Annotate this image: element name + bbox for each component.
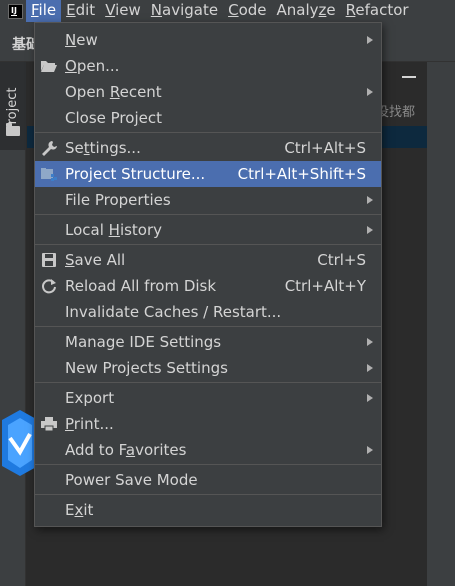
- wrench-icon: [40, 139, 58, 157]
- save-icon: [40, 251, 58, 269]
- folder-icon: [6, 123, 20, 136]
- menu-item-open-recent[interactable]: Open Recent: [35, 79, 381, 105]
- menu-item-exit[interactable]: Exit: [35, 497, 381, 523]
- menu-item-add-to-favorites[interactable]: Add to Favorites: [35, 437, 381, 463]
- menu-item-label: Open...: [65, 57, 120, 75]
- menu-item-label: New: [65, 31, 98, 49]
- menu-item-export[interactable]: Export: [35, 385, 381, 411]
- menu-item-local-history[interactable]: Local History: [35, 217, 381, 243]
- submenu-arrow-icon: [367, 36, 373, 44]
- menu-item-label: Local History: [65, 221, 163, 239]
- menu-code[interactable]: Code: [223, 0, 271, 22]
- project-tool-tab[interactable]: Project: [0, 62, 26, 150]
- menu-item-label: Power Save Mode: [65, 471, 198, 489]
- menu-view[interactable]: View: [100, 0, 146, 22]
- submenu-arrow-icon: [367, 196, 373, 204]
- menu-edit[interactable]: Edit: [61, 0, 100, 22]
- menu-item-shortcut: Ctrl+Alt+S: [284, 139, 366, 157]
- reload-icon: [40, 277, 58, 295]
- folder-open-icon: [40, 57, 58, 75]
- submenu-arrow-icon: [367, 446, 373, 454]
- menu-item-label: Project Structure...: [65, 165, 206, 183]
- app-hex-logo-icon: [0, 408, 36, 478]
- menu-analyze[interactable]: Analyze: [272, 0, 341, 22]
- menu-item-label: Settings...: [65, 139, 141, 157]
- menu-item-label: Open Recent: [65, 83, 162, 101]
- menu-item-new-projects-settings[interactable]: New Projects Settings: [35, 355, 381, 381]
- menu-item-reload-all-from-disk[interactable]: Reload All from Disk Ctrl+Alt+Y: [35, 273, 381, 299]
- submenu-arrow-icon: [367, 364, 373, 372]
- menu-item-label: File Properties: [65, 191, 171, 209]
- menu-item-shortcut: Ctrl+S: [317, 251, 366, 269]
- menu-item-project-structure[interactable]: Project Structure... Ctrl+Alt+Shift+S: [35, 161, 381, 187]
- menu-file[interactable]: File: [26, 0, 62, 22]
- file-menu-dropdown: New Open... Open Recent Close Project Settin…: [34, 22, 382, 527]
- submenu-arrow-icon: [367, 394, 373, 402]
- menu-refactor[interactable]: Refactor: [341, 0, 414, 22]
- menu-item-label: Add to Favorites: [65, 441, 187, 459]
- menu-item-label: Exit: [65, 501, 94, 519]
- menu-item-label: Manage IDE Settings: [65, 333, 222, 351]
- print-icon: [40, 415, 58, 433]
- menu-item-manage-ide-settings[interactable]: Manage IDE Settings: [35, 329, 381, 355]
- menu-item-settings[interactable]: Settings... Ctrl+Alt+S: [35, 135, 381, 161]
- menu-item-close-project[interactable]: Close Project: [35, 105, 381, 131]
- menu-item-new[interactable]: New: [35, 27, 381, 53]
- menu-item-label: Close Project: [65, 109, 162, 127]
- submenu-arrow-icon: [367, 88, 373, 96]
- menu-item-open[interactable]: Open...: [35, 53, 381, 79]
- menu-item-label: Invalidate Caches / Restart...: [65, 303, 282, 321]
- menu-item-label: Reload All from Disk: [65, 277, 217, 295]
- menu-item-label: Save All: [65, 251, 126, 269]
- menu-item-invalidate-caches-restart[interactable]: Invalidate Caches / Restart...: [35, 299, 381, 325]
- right-tool-strip: [427, 62, 455, 586]
- hide-panel-icon[interactable]: [402, 76, 416, 78]
- menu-item-label: New Projects Settings: [65, 359, 228, 377]
- submenu-arrow-icon: [367, 226, 373, 234]
- intellij-logo-icon: IJ: [8, 3, 23, 19]
- menu-item-shortcut: Ctrl+Alt+Shift+S: [237, 165, 366, 183]
- project-structure-icon: [40, 165, 58, 183]
- menu-item-power-save-mode[interactable]: Power Save Mode: [35, 467, 381, 493]
- menu-item-label: Export: [65, 389, 115, 407]
- menu-item-save-all[interactable]: Save All Ctrl+S: [35, 247, 381, 273]
- menu-item-label: Print...: [65, 415, 114, 433]
- submenu-arrow-icon: [367, 338, 373, 346]
- menu-item-print[interactable]: Print...: [35, 411, 381, 437]
- menu-bar: IJ File Edit View Navigate Code Analyze …: [0, 0, 455, 22]
- menu-navigate[interactable]: Navigate: [146, 0, 223, 22]
- menu-item-file-properties[interactable]: File Properties: [35, 187, 381, 213]
- menu-item-shortcut: Ctrl+Alt+Y: [284, 277, 366, 295]
